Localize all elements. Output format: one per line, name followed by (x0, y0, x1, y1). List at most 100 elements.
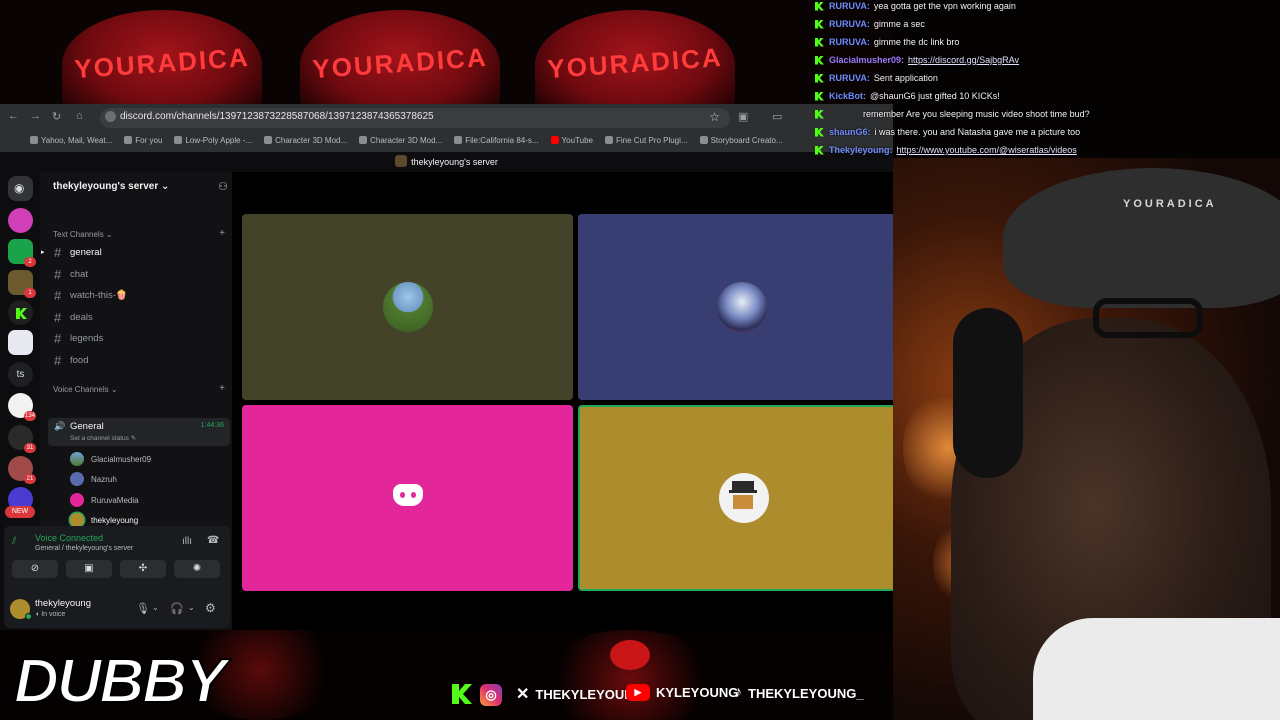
bookmark[interactable]: Character 3D Mod... (264, 136, 347, 145)
soundboard-button[interactable]: ✺ (174, 560, 220, 578)
tiktok-social: ♪ THEKYLEYOUNG_ (734, 684, 864, 701)
channel-watch-this[interactable]: # watch-this-🍿 (48, 285, 228, 305)
extension-icon[interactable]: ▣ (738, 110, 748, 123)
chevron-down-icon[interactable]: ⌄ (152, 603, 159, 612)
chat-message: KickBot: @shaunG6 just gifted 10 KICKs! (815, 87, 1000, 105)
channel-food[interactable]: # food (48, 350, 228, 370)
bookmark[interactable]: YouTube (550, 136, 593, 145)
youtube-social: ▶ KYLEYOUNG (626, 684, 738, 701)
server-icon[interactable]: 1 (8, 270, 36, 298)
bookmark[interactable]: Storyboard Creato... (699, 136, 783, 145)
bookmarks-bar: Yahoo, Mail, Weat... For you Low-Poly Ap… (0, 130, 893, 150)
camera-off-button[interactable]: ⊘ (12, 560, 58, 578)
stream-chat: RURUVA: yea gotta get the vpn working aga… (815, 0, 1280, 158)
hash-icon: # (54, 244, 62, 260)
bookmark[interactable]: Fine Cut Pro Plugi... (604, 136, 688, 145)
voice-channels-category[interactable]: Voice Channels ⌄ (53, 385, 118, 394)
star-icon[interactable]: ☆ (709, 110, 720, 124)
speaker-icon: 🔊 (54, 421, 66, 431)
instagram-icon: ◎ (480, 684, 502, 706)
server-icon[interactable]: 21 (8, 456, 36, 484)
channel-legends[interactable]: # legends (48, 328, 228, 348)
gear-icon[interactable]: ⚙ (205, 601, 216, 615)
hash-icon: # (54, 309, 62, 325)
voice-member[interactable]: Glacialmusher09 (70, 450, 151, 468)
participant-tile[interactable] (578, 214, 898, 400)
server-icon[interactable] (8, 330, 33, 355)
channel-status[interactable]: Set a channel status ✎ (70, 434, 136, 442)
voice-connected-panel: ⫽ Voice Connected General / thekyleyoung… (4, 526, 230, 592)
text-channels-category[interactable]: Text Channels ⌄ (53, 230, 113, 239)
channel-deals[interactable]: # deals (48, 307, 228, 327)
new-badge[interactable]: NEW (5, 506, 35, 518)
online-status-dot (25, 613, 32, 620)
noise-suppression-icon[interactable]: ıllı (182, 536, 192, 547)
brand-logo: DUBBY (13, 646, 227, 717)
x-social: ✕ THEKYLEYOUNG (516, 686, 644, 703)
browser-toolbar: ← → ↻ ⌂ discord.com/channels/13971238732… (0, 104, 893, 152)
server-icon[interactable]: 2 (8, 239, 36, 267)
x-icon: ✕ (516, 686, 530, 703)
kick-server-icon[interactable] (8, 300, 33, 325)
site-info-icon[interactable] (105, 111, 116, 122)
bookmark[interactable]: File:California 84-s... (454, 136, 539, 145)
voice-stage (232, 172, 898, 630)
avatar (717, 282, 767, 332)
brand-badge: YOURADICA (62, 10, 262, 108)
forward-icon[interactable]: → (30, 110, 41, 122)
voice-channel-general[interactable]: 🔊 General 1:44:36 Set a channel status ✎ (48, 418, 230, 446)
white-shirt (1033, 618, 1280, 720)
channel-general[interactable]: # general (48, 242, 228, 262)
unread-indicator: ▸ (41, 249, 45, 256)
create-channel-icon[interactable]: + (219, 228, 225, 239)
address-bar[interactable]: discord.com/channels/1397123873228587068… (100, 108, 730, 128)
chat-message: RURUVA: gimme a sec (815, 15, 925, 33)
channel-chat[interactable]: # chat (48, 264, 228, 284)
chat-message: RURUVA: Sent application (815, 69, 938, 87)
youtube-icon: ▶ (626, 684, 650, 701)
server-icon[interactable] (8, 208, 33, 233)
kick-icon (815, 55, 824, 65)
home-icon[interactable]: ⌂ (76, 110, 83, 122)
kick-icon (815, 91, 824, 101)
kick-icon (815, 19, 824, 29)
bookmark[interactable]: Low-Poly Apple -... (174, 136, 252, 145)
signal-icon[interactable]: ⫽ (12, 536, 16, 547)
voice-member[interactable]: Nazruh (70, 470, 117, 488)
discord-logo-icon (393, 484, 423, 506)
kick-icon (815, 127, 824, 137)
kick-icon (815, 37, 824, 47)
create-voice-channel-icon[interactable]: + (219, 383, 225, 394)
voice-timer: 1:44:36 (200, 422, 224, 429)
kick-icon (815, 73, 824, 83)
participant-tile-speaking[interactable] (578, 405, 898, 591)
webcam-feed: YOURADICA (893, 158, 1280, 720)
server-icon[interactable]: 134 (8, 393, 36, 421)
server-icon[interactable]: 31 (8, 425, 36, 453)
kick-icon (815, 1, 824, 11)
server-icon-ts[interactable]: ts (8, 362, 33, 387)
participant-tile[interactable] (242, 214, 573, 400)
activities-button[interactable]: ✣ (120, 560, 166, 578)
reload-icon[interactable]: ↻ (52, 110, 61, 123)
cast-icon[interactable]: ▭ (772, 110, 782, 123)
back-icon[interactable]: ← (8, 110, 19, 122)
chevron-down-icon[interactable]: ⌄ (188, 603, 195, 612)
tiktok-icon: ♪ (734, 684, 742, 701)
user-status: ◖ In voice (35, 611, 66, 618)
hash-icon: # (54, 287, 62, 303)
microphone-icon[interactable]: 🎙 (136, 602, 150, 615)
voice-member[interactable]: RuruvaMedia (70, 491, 139, 509)
server-icon (395, 155, 408, 167)
bookmark[interactable]: For you (124, 136, 162, 145)
screen-share-button[interactable]: ▣ (66, 560, 112, 578)
bookmark[interactable]: Character 3D Mod... (359, 136, 442, 145)
home-dm-icon[interactable]: ◉ (8, 176, 33, 201)
participant-tile[interactable] (242, 405, 573, 591)
add-member-icon[interactable]: ⚇ (218, 180, 228, 193)
disconnect-icon[interactable]: ☎ (207, 535, 219, 546)
bookmark[interactable]: Yahoo, Mail, Weat... (30, 136, 112, 145)
avatar (70, 452, 84, 466)
headphones-icon[interactable]: 🎧 (170, 602, 184, 615)
server-name[interactable]: thekyleyoung's server ⌄ (53, 181, 169, 192)
